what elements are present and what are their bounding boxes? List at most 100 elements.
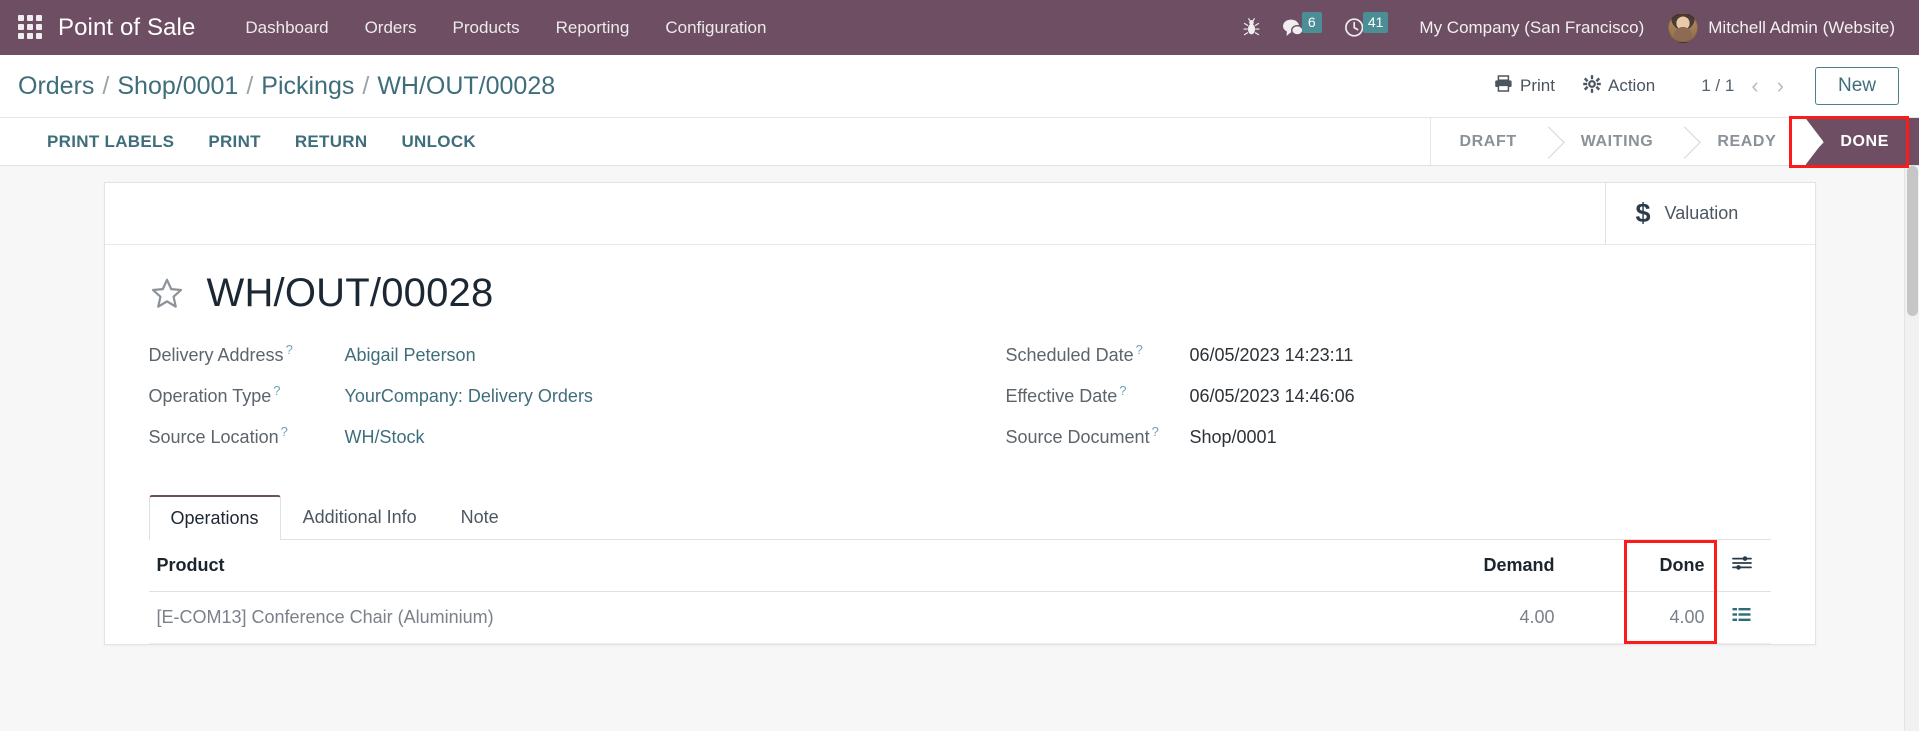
tooltip-icon[interactable]: ?: [1136, 342, 1143, 357]
table-row[interactable]: [E-COM13] Conference Chair (Aluminium) 4…: [148, 591, 1771, 644]
dollar-icon: $: [1635, 198, 1651, 228]
menu-item-reporting[interactable]: Reporting: [538, 12, 648, 44]
avatar: [1668, 12, 1699, 43]
smart-button-bar: $ Valuation: [104, 183, 1815, 245]
chevron-left-icon[interactable]: ‹: [1744, 75, 1765, 97]
form-area: $ Valuation WH/OUT/00028 Delivery Addres…: [0, 166, 1919, 731]
title-row: WH/OUT/00028: [149, 271, 1771, 316]
cell-demand[interactable]: 4.00: [1352, 591, 1563, 644]
field-value-delivery-address[interactable]: Abigail Peterson: [345, 345, 476, 366]
field-label-source-location: Source Location?: [148, 424, 288, 447]
breadcrumb-item-shop-0001[interactable]: Shop/0001: [117, 72, 238, 101]
pager: 1 / 1 ‹ ›: [1695, 75, 1791, 97]
action-button-label: Action: [1607, 76, 1656, 95]
field-value-source-location[interactable]: WH/Stock: [345, 427, 425, 448]
column-header-product[interactable]: Product: [148, 540, 1353, 592]
field-delivery-address: Delivery Address? Abigail Peterson: [149, 342, 960, 366]
form-fields-left: Delivery Address? Abigail Peterson Opera…: [149, 342, 960, 465]
tab-note[interactable]: Note: [439, 495, 521, 540]
field-value-source-document[interactable]: Shop/0001: [1190, 427, 1277, 448]
cell-product[interactable]: [E-COM13] Conference Chair (Aluminium): [148, 591, 1353, 644]
breadcrumb-item-pickings[interactable]: Pickings: [261, 72, 354, 101]
field-label-scheduled-date: Scheduled Date?: [1005, 342, 1143, 365]
field-label-effective-date: Effective Date?: [1005, 383, 1127, 406]
column-header-done[interactable]: Done: [1562, 540, 1713, 592]
tab-additional-info[interactable]: Additional Info: [281, 495, 439, 540]
systray: 6 41 My Company (San Francisco) Mitchell…: [1232, 9, 1899, 47]
printer-icon: [1494, 75, 1513, 97]
table-body: [E-COM13] Conference Chair (Aluminium) 4…: [148, 591, 1771, 644]
app-brand-point-of-sale[interactable]: Point of Sale: [58, 14, 195, 42]
tooltip-icon[interactable]: ?: [281, 424, 288, 439]
notebook-tabs: Operations Additional Info Note: [148, 495, 1771, 540]
scrollbar-thumb[interactable]: [1907, 166, 1918, 316]
optional-columns-icon[interactable]: [1712, 540, 1771, 592]
unlock-button[interactable]: UNLOCK: [384, 124, 493, 160]
pager-value[interactable]: 1 / 1: [1695, 76, 1740, 96]
field-scheduled-date: Scheduled Date? 06/05/2023 14:23:11: [1006, 342, 1771, 366]
chevron-right-icon[interactable]: ›: [1770, 75, 1791, 97]
star-icon[interactable]: [149, 276, 185, 311]
form-fields: Delivery Address? Abigail Peterson Opera…: [149, 342, 1771, 465]
print-button[interactable]: Print: [1480, 70, 1569, 102]
messages-icon[interactable]: 6: [1271, 11, 1333, 45]
breadcrumb-separator: /: [246, 71, 254, 100]
field-label-source-document: Source Document?: [1005, 424, 1159, 447]
bug-icon[interactable]: [1232, 11, 1271, 45]
control-panel-actions: Print Action 1 / 1 ‹ › New: [1480, 67, 1899, 105]
sheet-body: WH/OUT/00028 Delivery Address? Abigail P…: [105, 245, 1815, 644]
activities-count-badge: 41: [1362, 11, 1389, 33]
statusbar: DRAFT WAITING READY DONE: [1430, 118, 1919, 165]
control-panel-bottom: PRINT LABELS PRINT RETURN UNLOCK DRAFT W…: [0, 116, 1919, 168]
form-sheet: $ Valuation WH/OUT/00028 Delivery Addres…: [103, 182, 1816, 645]
field-effective-date: Effective Date? 06/05/2023 14:46:06: [1006, 383, 1771, 407]
status-step-draft[interactable]: DRAFT: [1431, 118, 1547, 165]
field-value-effective-date[interactable]: 06/05/2023 14:46:06: [1190, 386, 1355, 407]
status-step-ready[interactable]: READY: [1683, 118, 1807, 165]
user-name: Mitchell Admin (Website): [1708, 17, 1895, 37]
operations-table-wrapper: Product Demand Done [E-COM13] Conference…: [148, 540, 1771, 644]
gear-icon: [1583, 74, 1601, 98]
tooltip-icon[interactable]: ?: [286, 342, 293, 357]
print-button-label: Print: [1520, 76, 1555, 95]
breadcrumb: Orders / Shop/0001 / Pickings / WH/OUT/0…: [18, 72, 555, 101]
menu-item-orders[interactable]: Orders: [347, 12, 435, 44]
object-buttons: PRINT LABELS PRINT RETURN UNLOCK: [0, 118, 493, 165]
tooltip-icon[interactable]: ?: [273, 383, 280, 398]
menu-item-products[interactable]: Products: [435, 12, 538, 44]
page-title: WH/OUT/00028: [206, 271, 494, 315]
valuation-smart-button[interactable]: $ Valuation: [1604, 183, 1815, 244]
company-switcher[interactable]: My Company (San Francisco): [1399, 12, 1658, 44]
clock-icon[interactable]: 41: [1333, 11, 1400, 45]
vertical-scrollbar[interactable]: [1904, 166, 1919, 731]
tooltip-icon[interactable]: ?: [1119, 383, 1126, 398]
breadcrumb-separator: /: [102, 71, 110, 100]
action-button[interactable]: Action: [1569, 70, 1669, 103]
tooltip-icon[interactable]: ?: [1152, 424, 1159, 439]
breadcrumb-item-orders[interactable]: Orders: [18, 72, 94, 101]
tab-operations[interactable]: Operations: [148, 495, 281, 540]
field-label-delivery-address: Delivery Address?: [148, 342, 293, 365]
field-value-operation-type[interactable]: YourCompany: Delivery Orders: [345, 386, 593, 407]
control-panel: Orders / Shop/0001 / Pickings / WH/OUT/0…: [0, 55, 1919, 168]
apps-grid-icon[interactable]: [18, 14, 44, 41]
field-value-scheduled-date[interactable]: 06/05/2023 14:23:11: [1190, 345, 1354, 366]
print-button-secondary[interactable]: PRINT: [191, 124, 278, 160]
column-header-demand[interactable]: Demand: [1352, 540, 1563, 592]
messages-count-badge: 6: [1301, 11, 1322, 33]
operations-table: Product Demand Done [E-COM13] Conference…: [148, 540, 1771, 644]
status-step-done[interactable]: DONE: [1806, 118, 1919, 165]
valuation-label: Valuation: [1664, 203, 1739, 223]
field-operation-type: Operation Type? YourCompany: Delivery Or…: [149, 383, 960, 407]
return-button[interactable]: RETURN: [278, 124, 385, 160]
table-head: Product Demand Done: [148, 540, 1771, 592]
status-step-waiting[interactable]: WAITING: [1546, 118, 1684, 165]
menu-item-configuration[interactable]: Configuration: [647, 12, 784, 44]
cell-done[interactable]: 4.00: [1562, 591, 1713, 644]
new-button[interactable]: New: [1814, 67, 1899, 105]
print-labels-button[interactable]: PRINT LABELS: [30, 124, 191, 160]
user-menu[interactable]: Mitchell Admin (Website): [1658, 9, 1899, 47]
breadcrumb-separator: /: [362, 71, 370, 100]
menu-item-dashboard[interactable]: Dashboard: [227, 12, 346, 44]
detailed-operations-icon[interactable]: [1712, 591, 1771, 644]
